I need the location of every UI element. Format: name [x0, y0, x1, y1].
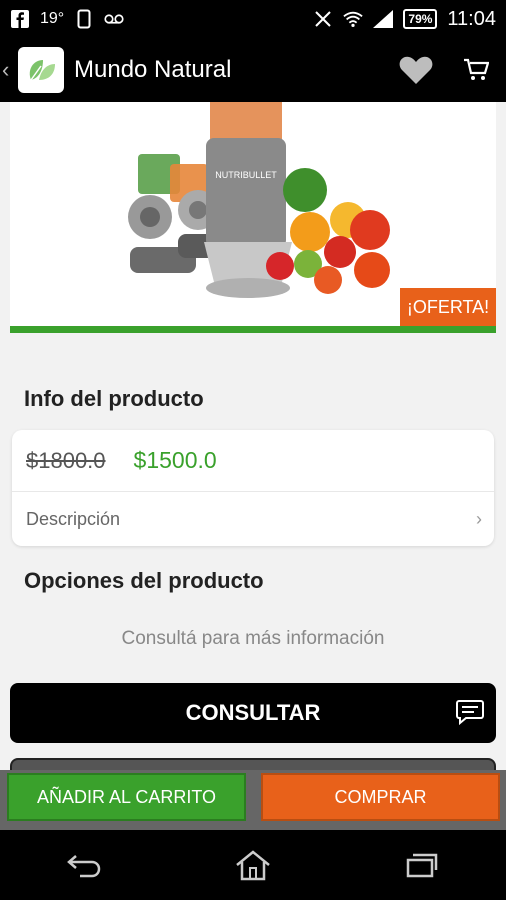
- status-left: 19°: [10, 9, 124, 29]
- blender-brand-text: NUTRIBULLET: [215, 170, 277, 180]
- voicemail-icon: [104, 9, 124, 29]
- recents-icon: [406, 853, 437, 878]
- old-price: $1800.0: [26, 447, 106, 473]
- wifi-icon: [343, 9, 364, 29]
- cart-icon: [464, 58, 489, 80]
- cart-button[interactable]: [446, 38, 506, 102]
- offer-badge: ¡OFERTA!: [400, 288, 496, 326]
- home-icon: [236, 850, 270, 881]
- product-options-heading: Opciones del producto: [24, 568, 264, 593]
- status-right: 79% 11:04: [313, 8, 496, 31]
- vibrate-off-icon: [313, 9, 333, 29]
- status-bar: 19° 79% 11:04: [0, 0, 506, 38]
- price-card: $1800.0 $1500.0 Descripción ›: [12, 430, 494, 546]
- consult-info-text: Consultá para más información: [121, 628, 385, 649]
- app-bar: ‹ Mundo Natural: [0, 38, 506, 102]
- app-title: Mundo Natural: [74, 56, 232, 83]
- nav-home-button[interactable]: [223, 840, 283, 890]
- chevron-right-icon: ›: [476, 508, 482, 529]
- phone-icon: [74, 9, 94, 29]
- system-nav-bar: [0, 830, 506, 900]
- nav-recents-button[interactable]: [392, 840, 452, 890]
- battery-indicator: 79%: [403, 9, 438, 29]
- consult-button-label: CONSULTAR: [185, 700, 321, 725]
- heart-icon: [399, 56, 433, 84]
- new-price: $1500.0: [133, 447, 217, 473]
- description-row[interactable]: Descripción ›: [12, 492, 494, 546]
- back-arrow-icon: [67, 855, 101, 878]
- nav-back-button[interactable]: [54, 840, 114, 890]
- status-time: 11:04: [447, 7, 496, 30]
- favorite-button[interactable]: [386, 38, 446, 102]
- back-chevron-icon[interactable]: ‹: [2, 57, 16, 83]
- leaf-logo[interactable]: [18, 47, 64, 93]
- product-info-heading: Info del producto: [24, 386, 204, 411]
- facebook-icon: [10, 9, 30, 29]
- description-label: Descripción: [26, 508, 121, 529]
- chat-icon: [456, 700, 484, 725]
- add-to-cart-button[interactable]: AÑADIR AL CARRITO: [7, 773, 246, 821]
- price-row: $1800.0 $1500.0: [12, 430, 494, 492]
- buy-button[interactable]: COMPRAR: [261, 773, 500, 821]
- temperature-text: 19°: [40, 10, 65, 27]
- consult-button[interactable]: CONSULTAR: [10, 683, 496, 743]
- hero-divider: [10, 326, 496, 333]
- signal-icon: [373, 9, 394, 29]
